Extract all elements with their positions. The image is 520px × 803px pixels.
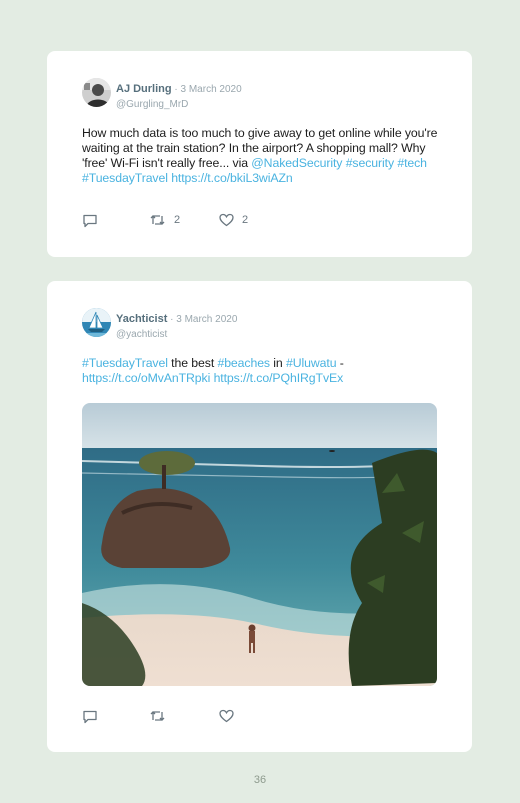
author-handle[interactable]: @Gurgling_MrD xyxy=(116,99,242,110)
hashtag-link[interactable]: #beaches xyxy=(217,356,270,370)
retweet-icon xyxy=(150,215,165,225)
retweet-count: 2 xyxy=(174,214,181,226)
hashtag-link[interactable]: #security xyxy=(346,156,394,170)
reply-button[interactable] xyxy=(82,709,98,724)
like-icon xyxy=(219,213,234,227)
page-number: 36 xyxy=(253,774,267,786)
reply-icon xyxy=(83,710,97,724)
author-handle[interactable]: @yachticist xyxy=(116,329,237,340)
tweet-card-2: Yachticist · 3 March 2020 @yachticist #T… xyxy=(47,281,472,752)
tweet-actions xyxy=(82,709,382,725)
separator: · xyxy=(171,84,181,95)
reply-button[interactable] xyxy=(82,213,98,228)
person-avatar-icon[interactable] xyxy=(82,78,111,107)
mention-link[interactable]: @NakedSecurity xyxy=(251,156,342,170)
tweet-date[interactable]: 3 March 2020 xyxy=(181,84,242,95)
tweet-text: How much data is too much to give away t… xyxy=(82,126,444,186)
retweet-button[interactable] xyxy=(149,709,174,723)
beach-photo[interactable] xyxy=(82,403,437,686)
url-link[interactable]: https://t.co/PQhIRgTvEx xyxy=(214,371,344,385)
retweet-icon xyxy=(150,711,165,721)
like-button[interactable] xyxy=(219,709,242,723)
reply-icon xyxy=(83,214,97,228)
text-segment: the best xyxy=(167,356,218,370)
url-link[interactable]: https://t.co/oMvAnTRpki xyxy=(82,371,210,385)
text-segment: in xyxy=(269,356,286,370)
hashtag-link[interactable]: #TuesdayTravel xyxy=(82,171,168,185)
hashtag-link[interactable]: #Uluwatu xyxy=(286,356,337,370)
hashtag-link[interactable]: #TuesdayTravel xyxy=(82,356,168,370)
beach-photo-rock-island xyxy=(82,403,437,686)
like-icon xyxy=(219,709,234,723)
author-name[interactable]: AJ Durling xyxy=(116,83,172,95)
tweet-date[interactable]: 3 March 2020 xyxy=(176,314,237,325)
sailboat-logo-icon[interactable] xyxy=(82,308,111,337)
like-button[interactable]: 2 xyxy=(219,213,248,227)
text-segment: - xyxy=(336,356,344,370)
like-count: 2 xyxy=(242,214,249,226)
hashtag-link[interactable]: #tech xyxy=(397,156,427,170)
author-name[interactable]: Yachticist xyxy=(116,313,167,325)
tweet-card-1: AJ Durling · 3 March 2020 @Gurgling_MrD … xyxy=(47,51,472,257)
separator: · xyxy=(167,314,177,325)
tweet-text: #TuesdayTravel the best #beaches in #Ulu… xyxy=(82,356,444,386)
retweet-button[interactable]: 2 xyxy=(149,213,180,227)
tweet-actions: 2 2 xyxy=(82,213,382,229)
url-link[interactable]: https://t.co/bkiL3wiAZn xyxy=(171,171,293,185)
